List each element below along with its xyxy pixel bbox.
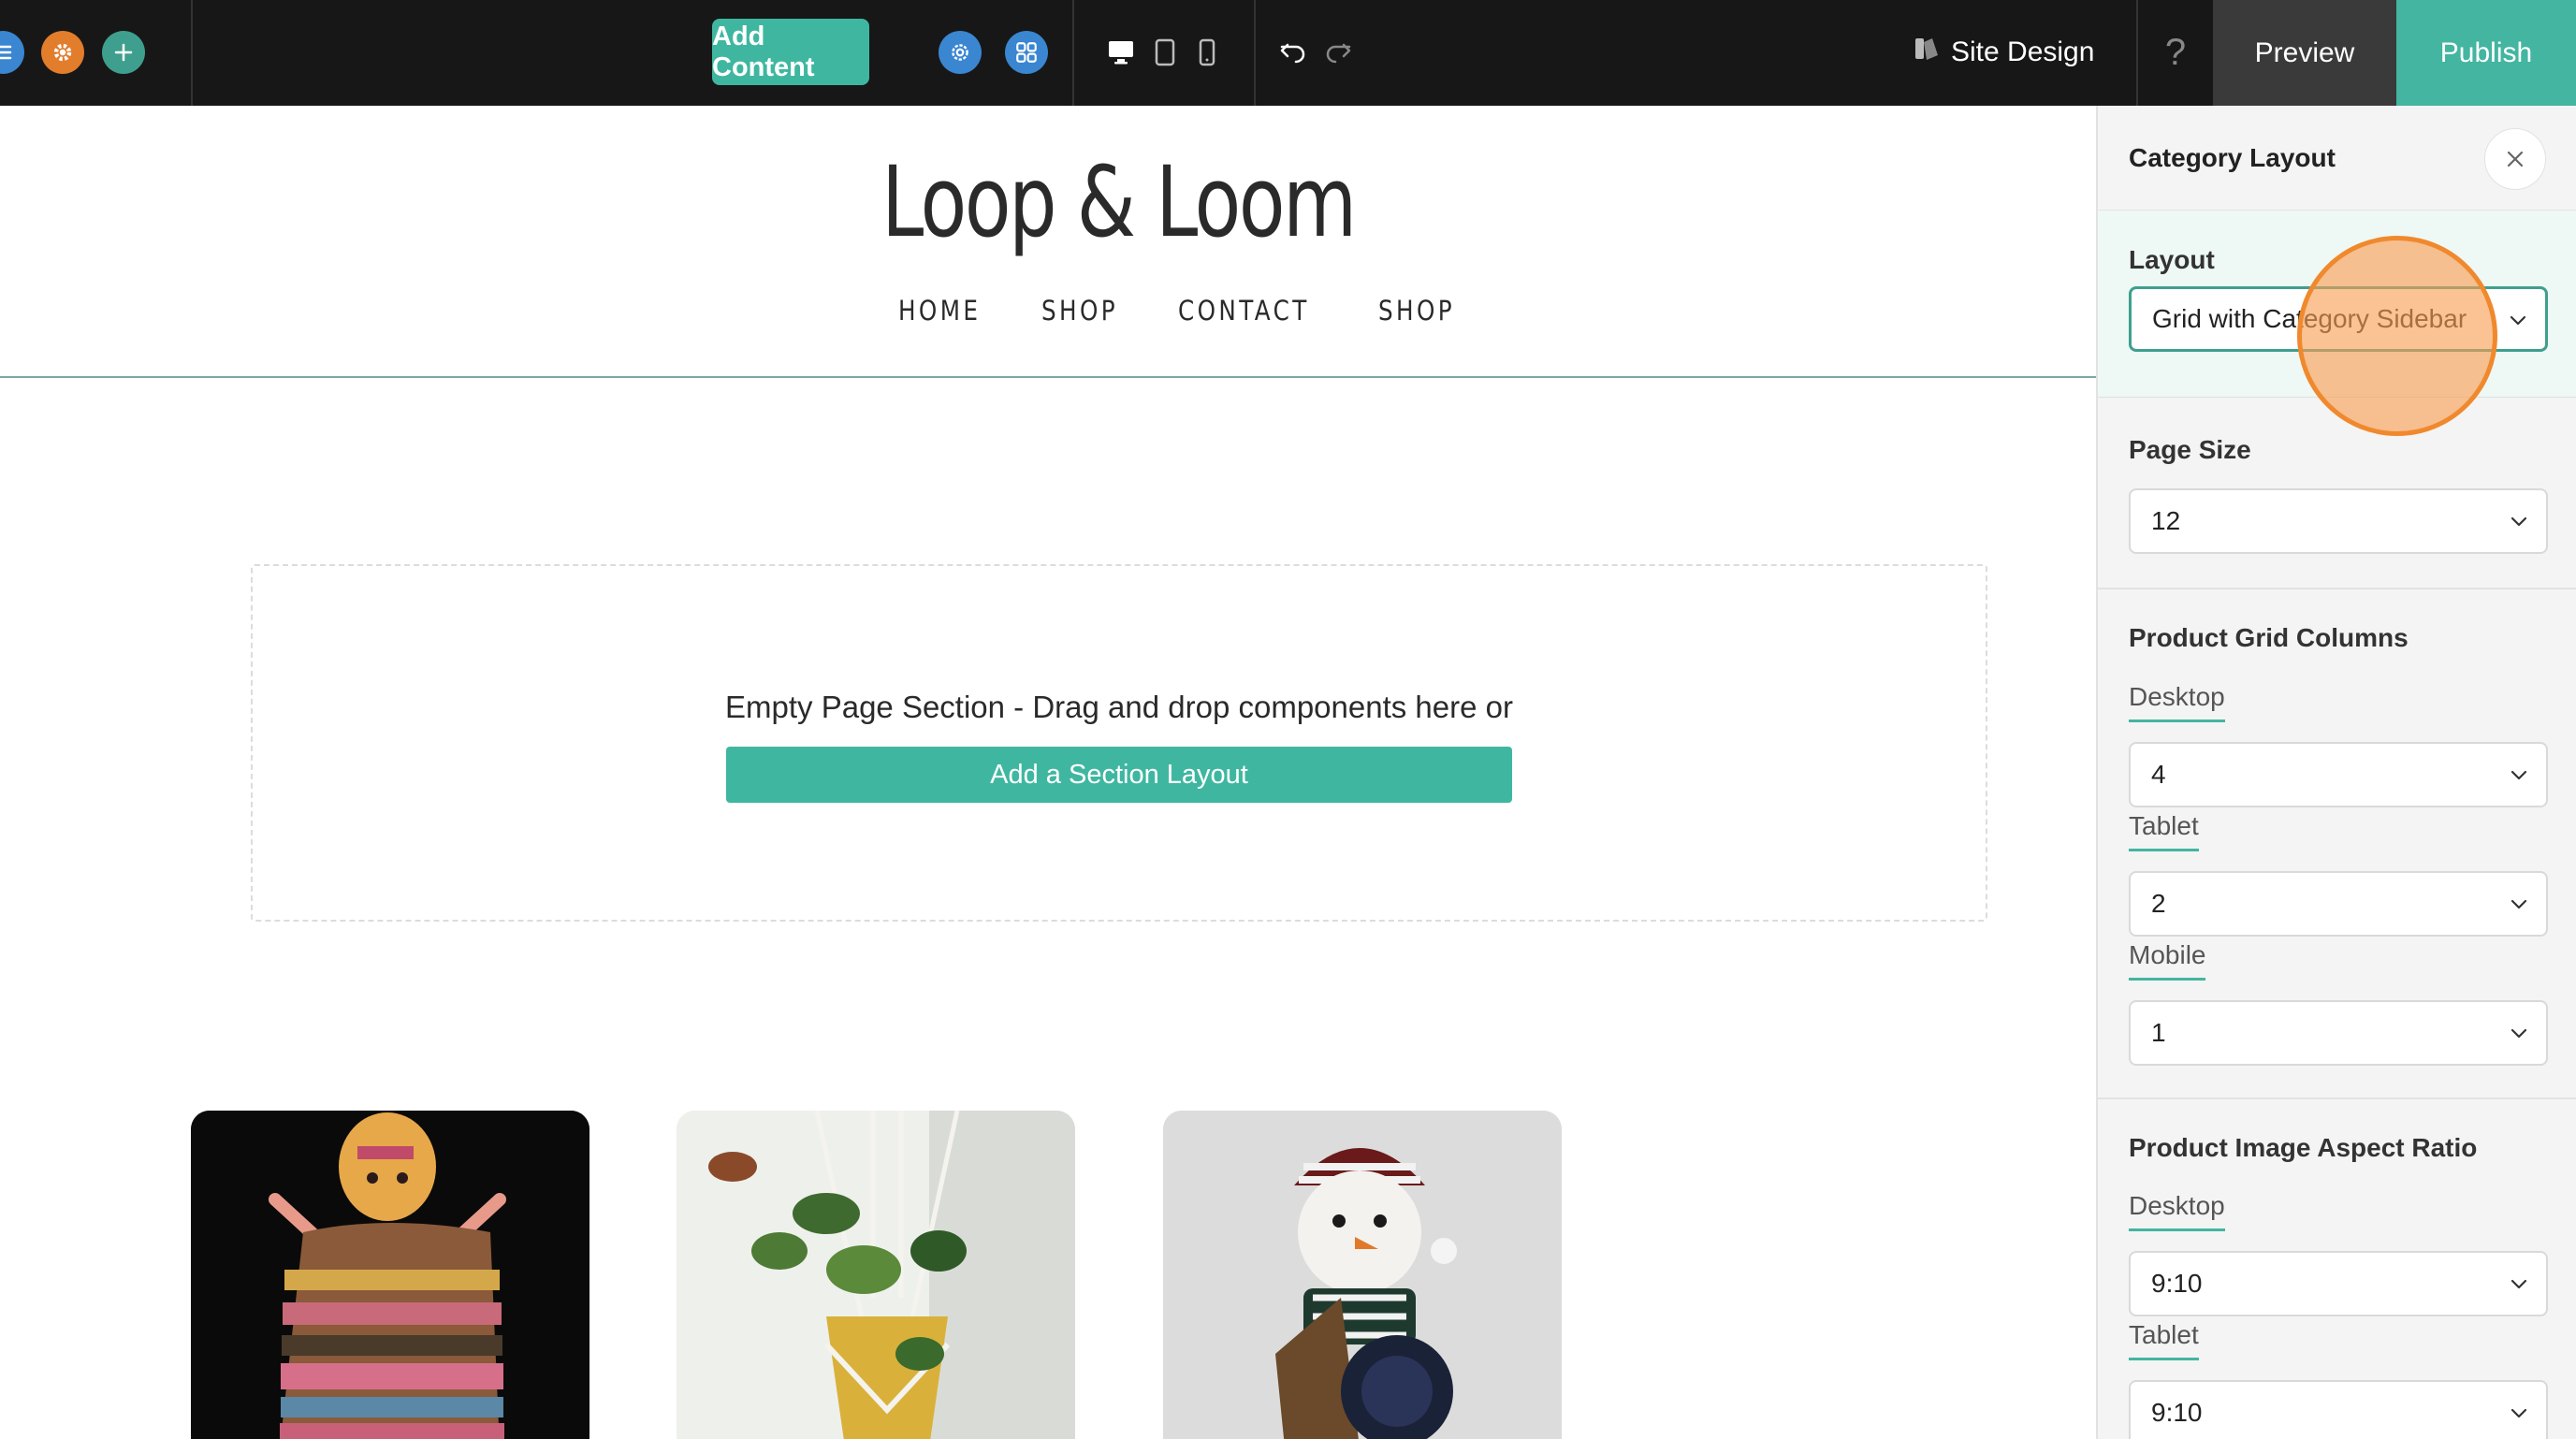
nav-item-shop-2[interactable]: SHOP <box>1378 295 1455 327</box>
toolbar-divider <box>1254 0 1256 106</box>
site-title[interactable]: Loop & Loom <box>246 145 1990 259</box>
chevron-down-icon <box>2511 770 2527 780</box>
chevron-down-icon <box>2511 516 2527 527</box>
section-divider <box>2098 588 2576 589</box>
grid-tablet-value: 2 <box>2151 889 2166 918</box>
mobile-view-icon[interactable] <box>1195 36 1219 69</box>
section-divider <box>2098 1097 2576 1099</box>
toolbar-left-group <box>0 0 193 106</box>
site-nav: HOME SHOP CONTACT SHOP <box>898 295 1469 327</box>
redo-icon[interactable] <box>1321 36 1355 69</box>
grid-desktop-select[interactable]: 4 <box>2129 742 2548 807</box>
product-image <box>1163 1111 1562 1439</box>
toolbar-divider <box>1072 0 1074 106</box>
preview-button[interactable]: Preview <box>2213 0 2396 106</box>
aspect-tablet-label: Tablet <box>2129 1320 2199 1360</box>
palette-icon <box>1914 35 1940 70</box>
header-divider <box>0 376 2096 378</box>
chevron-down-icon <box>2511 1028 2527 1039</box>
grid-mobile-select[interactable]: 1 <box>2129 1000 2548 1066</box>
settings-icon[interactable] <box>41 31 84 74</box>
page-canvas: Loop & Loom HOME SHOP CONTACT SHOP Empty… <box>0 106 2096 1439</box>
nav-item-home[interactable]: HOME <box>898 295 981 327</box>
aspect-ratio-label: Product Image Aspect Ratio <box>2129 1133 2478 1162</box>
nav-item-shop[interactable]: SHOP <box>1041 295 1118 327</box>
empty-page-section[interactable] <box>251 564 1987 922</box>
aspect-desktop-label: Desktop <box>2129 1191 2225 1231</box>
product-card[interactable] <box>191 1111 589 1439</box>
grid-desktop-label: Desktop <box>2129 682 2225 722</box>
product-card[interactable] <box>677 1111 1075 1439</box>
add-section-layout-button[interactable]: Add a Section Layout <box>726 747 1512 803</box>
site-design-button[interactable]: Site Design <box>1914 28 2094 77</box>
chevron-down-icon <box>2511 1408 2527 1418</box>
product-image <box>191 1111 589 1439</box>
aspect-desktop-value: 9:10 <box>2151 1269 2203 1298</box>
apps-grid-icon[interactable] <box>1005 31 1048 74</box>
grid-desktop-value: 4 <box>2151 760 2166 789</box>
page-size-select[interactable]: 12 <box>2129 488 2548 554</box>
publish-button[interactable]: Publish <box>2396 0 2576 106</box>
empty-section-text: Empty Page Section - Drag and drop compo… <box>725 690 1513 724</box>
grid-columns-label: Product Grid Columns <box>2129 623 2409 652</box>
help-button[interactable]: ? <box>2136 0 2213 106</box>
grid-mobile-label: Mobile <box>2129 940 2206 981</box>
product-image <box>677 1111 1075 1439</box>
tablet-view-icon[interactable] <box>1151 36 1179 69</box>
menu-icon[interactable] <box>0 31 24 74</box>
site-design-label: Site Design <box>1951 36 2095 67</box>
add-icon[interactable] <box>102 31 145 74</box>
undo-icon[interactable] <box>1276 36 1310 69</box>
close-icon[interactable] <box>2484 128 2546 190</box>
add-content-button[interactable]: Add Content <box>712 19 869 85</box>
grid-tablet-select[interactable]: 2 <box>2129 871 2548 937</box>
chevron-down-icon <box>2510 315 2526 326</box>
page-size-value: 12 <box>2151 506 2181 535</box>
chevron-down-icon <box>2511 1279 2527 1289</box>
layout-label: Layout <box>2129 245 2215 274</box>
panel-title: Category Layout <box>2129 143 2336 172</box>
grid-tablet-label: Tablet <box>2129 811 2199 851</box>
chevron-down-icon <box>2511 899 2527 909</box>
aspect-tablet-value: 9:10 <box>2151 1398 2203 1427</box>
nav-item-contact[interactable]: CONTACT <box>1178 295 1310 327</box>
product-card[interactable] <box>1163 1111 1562 1439</box>
aspect-tablet-select[interactable]: 9:10 <box>2129 1380 2548 1439</box>
grid-mobile-value: 1 <box>2151 1018 2166 1047</box>
click-highlight-marker <box>2297 236 2497 436</box>
desktop-view-icon[interactable] <box>1104 36 1138 69</box>
aspect-desktop-select[interactable]: 9:10 <box>2129 1251 2548 1316</box>
panel-header: Category Layout <box>2098 106 2576 211</box>
page-size-label: Page Size <box>2129 435 2251 464</box>
editor-toolbar: Add Content Site Design ? Preview Publis… <box>0 0 2576 106</box>
page-settings-icon[interactable] <box>939 31 982 74</box>
